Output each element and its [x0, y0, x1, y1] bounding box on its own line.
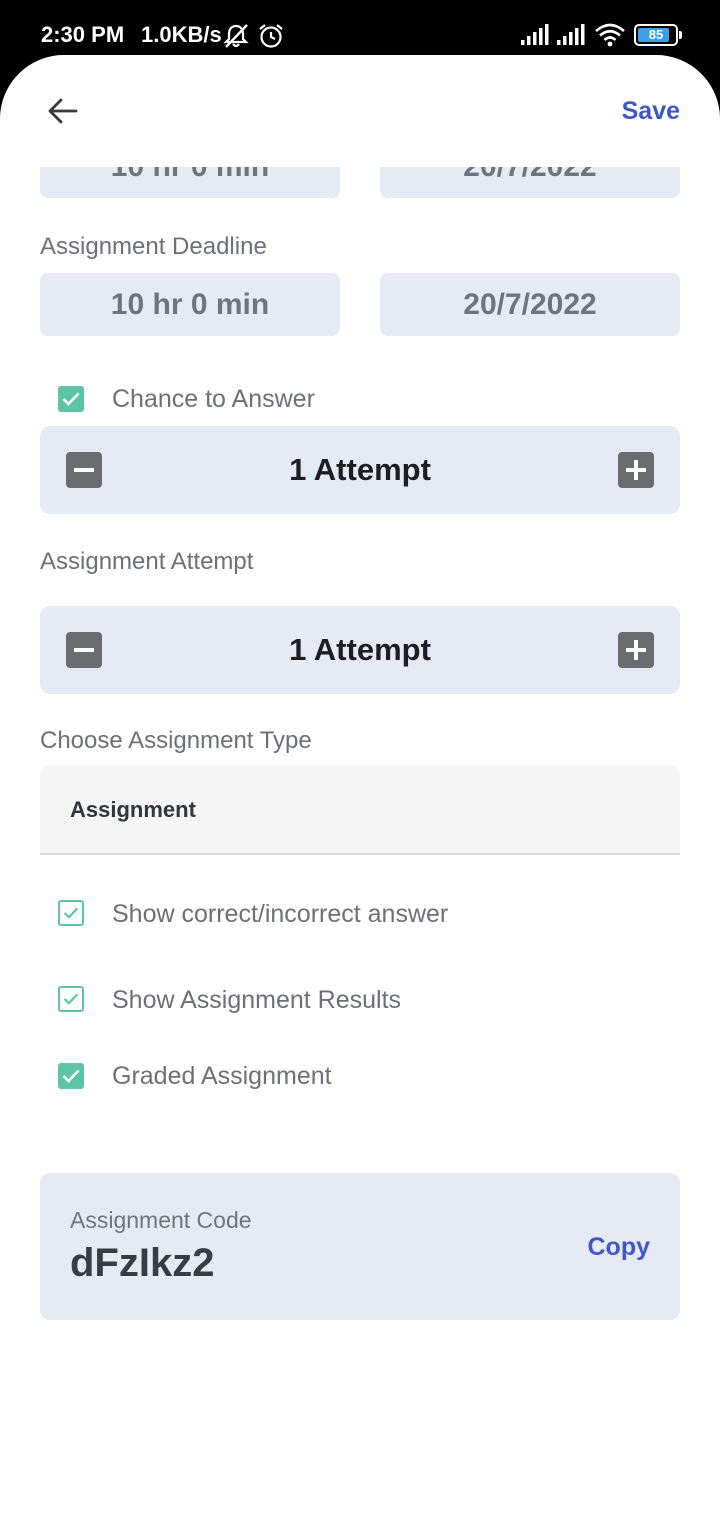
chance-attempt-stepper: 1 Attempt: [40, 426, 680, 514]
plus-icon: [626, 640, 646, 660]
show-results-label: Show Assignment Results: [112, 986, 402, 1014]
assignment-code-card: Assignment Code dFzIkz2 Copy: [40, 1173, 680, 1320]
checkmark-icon: [62, 1069, 80, 1083]
deadline-duration-value: 10 hr 0 min: [110, 287, 270, 321]
show-correct-answer-label: Show correct/incorrect answer: [112, 900, 449, 928]
show-results-checkbox[interactable]: [58, 986, 84, 1012]
chance-attempt-value: 1 Attempt: [289, 452, 431, 487]
alarm-icon: [259, 24, 283, 48]
show-correct-answer-checkbox[interactable]: [58, 900, 84, 926]
assignment-type-label: Choose Assignment Type: [40, 727, 312, 754]
assignment-code-label: Assignment Code: [70, 1207, 252, 1233]
graded-assignment-label: Graded Assignment: [112, 1062, 332, 1090]
copy-code-button[interactable]: Copy: [588, 1233, 651, 1262]
assignment-type-value: Assignment: [70, 797, 196, 822]
assignment-settings-sheet: 10 hr 0 min 20/7/2022 Assignment Deadlin…: [0, 55, 720, 1520]
wifi-icon: [595, 23, 625, 47]
signal-icon: [557, 24, 585, 45]
deadline-date-value: 20/7/2022: [463, 287, 597, 321]
assignment-type-select[interactable]: Assignment: [40, 765, 680, 855]
plus-icon: [626, 460, 646, 480]
save-button[interactable]: Save: [622, 97, 680, 126]
back-button[interactable]: [40, 91, 84, 131]
assignment-attempt-stepper: 1 Attempt: [40, 606, 680, 694]
battery-level: 85: [648, 27, 664, 42]
assignment-attempt-value: 1 Attempt: [289, 632, 431, 667]
battery-icon: 85: [634, 24, 678, 46]
chance-increment-button[interactable]: [618, 452, 654, 488]
battery-tip: [679, 31, 682, 39]
graded-assignment-checkbox[interactable]: [58, 1063, 84, 1089]
status-time: 2:30 PM: [41, 22, 125, 47]
deadline-label: Assignment Deadline: [40, 233, 267, 260]
checkmark-icon: [62, 392, 80, 406]
assignment-code-value: dFzIkz2: [70, 1241, 215, 1285]
deadline-duration-field[interactable]: 10 hr 0 min: [40, 273, 340, 336]
status-network-speed: 1.0KB/s: [141, 22, 222, 47]
checkmark-icon: [63, 907, 79, 919]
signal-icon: [521, 24, 549, 45]
settings-scroll-content[interactable]: 10 hr 0 min 20/7/2022 Assignment Deadlin…: [0, 55, 720, 1520]
chance-to-answer-checkbox[interactable]: [58, 386, 84, 412]
assignment-attempt-label: Assignment Attempt: [40, 548, 254, 575]
deadline-date-field[interactable]: 20/7/2022: [380, 273, 680, 336]
arrow-left-icon: [48, 98, 78, 124]
chance-to-answer-label: Chance to Answer: [112, 385, 315, 413]
mute-icon: [223, 24, 249, 48]
checkmark-icon: [63, 993, 79, 1005]
attempt-increment-button[interactable]: [618, 632, 654, 668]
sheet-header: Save: [0, 55, 720, 167]
